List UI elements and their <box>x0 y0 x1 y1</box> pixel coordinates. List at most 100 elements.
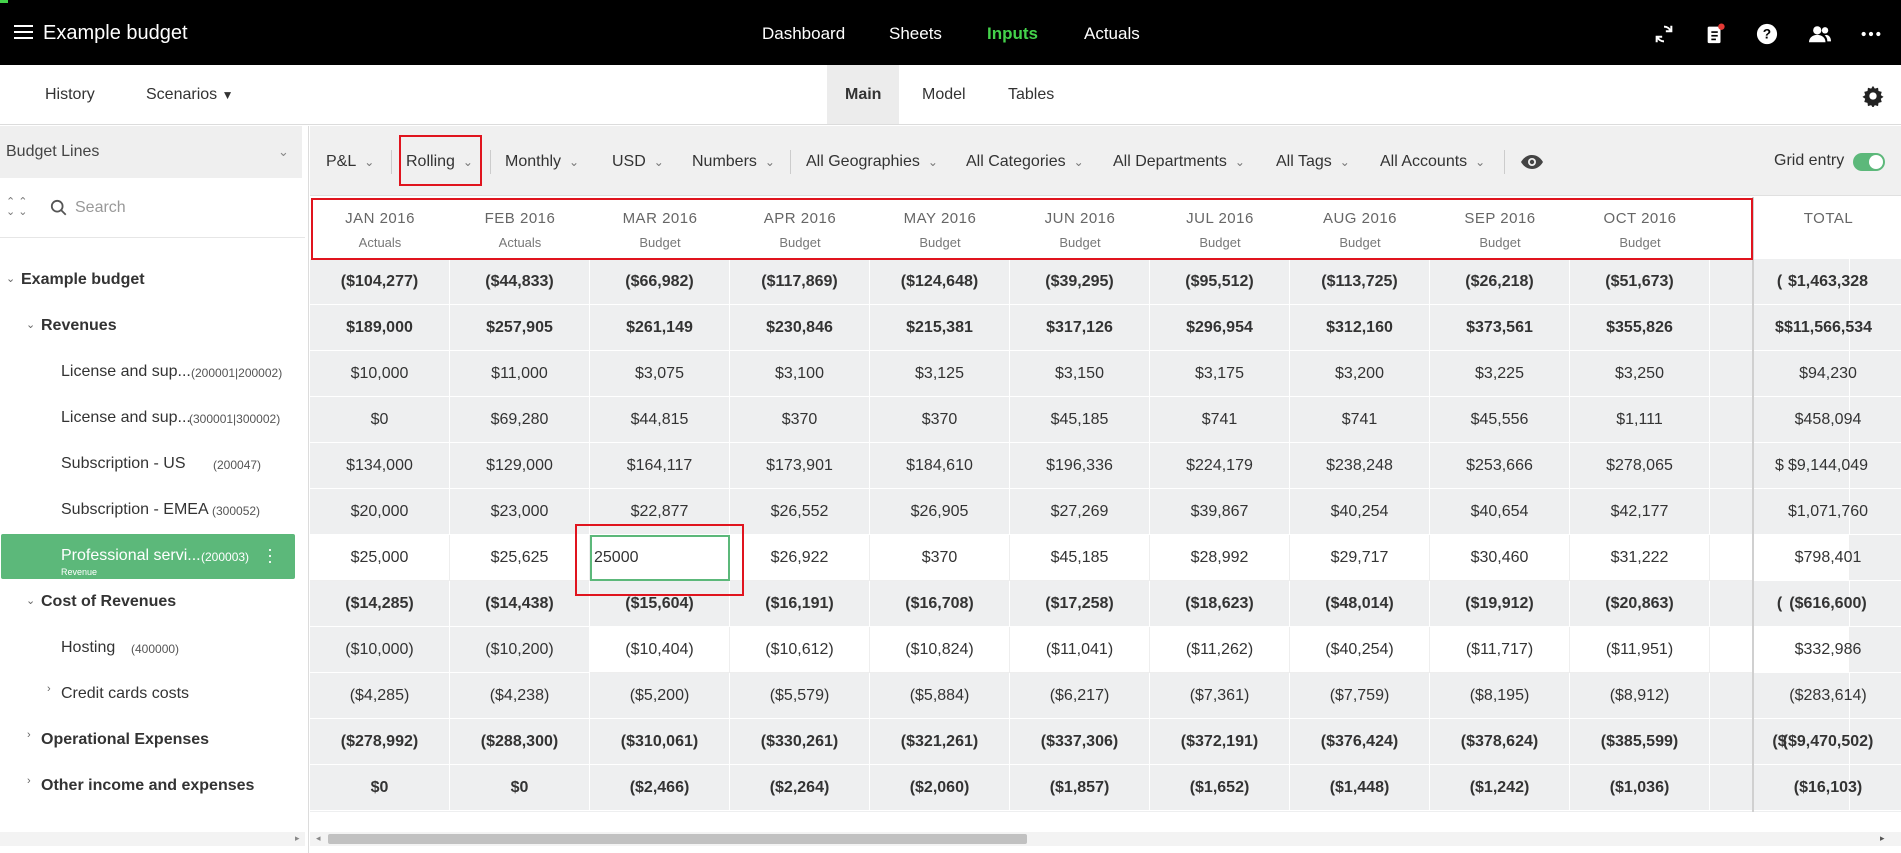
statement-dropdown[interactable]: P&L ⌄ <box>326 153 374 171</box>
grid-cell[interactable]: $257,905 <box>450 305 590 351</box>
grid-cell[interactable]: ($2,466) <box>590 765 730 811</box>
grid-cell[interactable]: $69,280 <box>450 397 590 443</box>
scroll-left-arrow-icon[interactable]: ◂ <box>316 833 321 844</box>
grid-cell[interactable]: ($321,261) <box>870 719 1010 765</box>
users-icon[interactable] <box>1807 23 1833 45</box>
grid-cell[interactable]: ($40,254) <box>1290 627 1430 673</box>
grid-cell[interactable]: $25,625 <box>450 535 590 581</box>
tree-item-subscription-us[interactable]: Subscription - US (200047) <box>0 442 302 486</box>
grid-cell[interactable]: $45,185 <box>1010 397 1150 443</box>
tree-item-revenues[interactable]: ⌄ Revenues <box>0 304 302 348</box>
grid-cell[interactable]: $238,248 <box>1290 443 1430 489</box>
grid-cell[interactable]: ($6,217) <box>1010 673 1150 719</box>
grid-cell[interactable]: $26,922 <box>730 535 870 581</box>
grid-cell[interactable]: ($378,624) <box>1430 719 1570 765</box>
grid-cell[interactable]: ($26,218) <box>1430 259 1570 305</box>
grid-cell[interactable]: ($14,438) <box>450 581 590 627</box>
grid-cell[interactable]: $317,126 <box>1010 305 1150 351</box>
eye-icon[interactable] <box>1520 150 1544 174</box>
grid-cell[interactable]: $741 <box>1150 397 1290 443</box>
grid-cell[interactable]: ($16,708) <box>870 581 1010 627</box>
grid-cell[interactable]: $3,150 <box>1010 351 1150 397</box>
grid-cell[interactable]: ($48,014) <box>1290 581 1430 627</box>
grid-cell[interactable]: $224,179 <box>1150 443 1290 489</box>
grid-cell[interactable]: ($5,579) <box>730 673 870 719</box>
grid-cell[interactable]: ($14,285) <box>310 581 450 627</box>
scrollbar-thumb[interactable] <box>328 834 1027 844</box>
grid-cell[interactable]: ($278,992) <box>310 719 450 765</box>
grid-cell[interactable]: $3,200 <box>1290 351 1430 397</box>
grid-cell[interactable]: $20,000 <box>310 489 450 535</box>
grid-cell[interactable]: $278,065 <box>1570 443 1710 489</box>
caret-right-icon[interactable]: › <box>47 683 51 695</box>
grid-cell[interactable]: $3,225 <box>1430 351 1570 397</box>
grid-cell[interactable]: ($288,300) <box>450 719 590 765</box>
grid-cell[interactable]: $30,460 <box>1430 535 1570 581</box>
grid-cell[interactable]: ($4,238) <box>450 673 590 719</box>
tree-item-license-support-1[interactable]: License and sup... (200001|200002) <box>0 350 302 394</box>
grid-cell[interactable]: ($7,759) <box>1290 673 1430 719</box>
grid-cell[interactable]: $261,149 <box>590 305 730 351</box>
grid-cell[interactable]: $230,846 <box>730 305 870 351</box>
geographies-dropdown[interactable]: All Geographies ⌄ <box>806 153 938 171</box>
grid-cell[interactable]: ($2,264) <box>730 765 870 811</box>
departments-dropdown[interactable]: All Departments ⌄ <box>1113 153 1245 171</box>
tree-item-credit-cards-costs[interactable]: › Credit cards costs <box>0 672 302 716</box>
grid-cell[interactable]: $296,954 <box>1150 305 1290 351</box>
refresh-icon[interactable] <box>1653 23 1675 45</box>
categories-dropdown[interactable]: All Categories ⌄ <box>966 153 1084 171</box>
grid-cell[interactable]: $1,111 <box>1570 397 1710 443</box>
grid-cell[interactable]: $184,610 <box>870 443 1010 489</box>
more-icon[interactable] <box>1860 23 1882 45</box>
grid-cell[interactable]: $10,000 <box>310 351 450 397</box>
grid-cell[interactable]: ($7,361) <box>1150 673 1290 719</box>
nav-sheets[interactable]: Sheets <box>889 24 942 44</box>
grid-cell[interactable]: ($8,912) <box>1570 673 1710 719</box>
accounts-dropdown[interactable]: All Accounts ⌄ <box>1380 153 1485 171</box>
grid-cell[interactable]: ($95,512) <box>1150 259 1290 305</box>
caret-down-icon[interactable]: ⌄ <box>26 318 35 331</box>
grid-cell[interactable]: ($20,863) <box>1570 581 1710 627</box>
numbers-dropdown[interactable]: Numbers ⌄ <box>692 153 775 171</box>
grid-cell[interactable]: $25,000 <box>310 535 450 581</box>
grid-cell[interactable]: $3,075 <box>590 351 730 397</box>
grid-cell[interactable]: $173,901 <box>730 443 870 489</box>
scroll-right-arrow-icon[interactable]: ▸ <box>295 833 300 844</box>
grid-cell[interactable]: ($11,717) <box>1430 627 1570 673</box>
tags-dropdown[interactable]: All Tags ⌄ <box>1276 153 1350 171</box>
tab-main[interactable]: Main <box>845 86 881 104</box>
grid-cell[interactable]: $370 <box>870 397 1010 443</box>
grid-cell[interactable]: $40,654 <box>1430 489 1570 535</box>
grid-cell[interactable]: ($39,295) <box>1010 259 1150 305</box>
grid-cell[interactable]: ($372,191) <box>1150 719 1290 765</box>
hamburger-menu-icon[interactable] <box>14 25 33 41</box>
nav-actuals[interactable]: Actuals <box>1084 24 1140 44</box>
grid-cell[interactable]: $3,175 <box>1150 351 1290 397</box>
search-input[interactable] <box>75 195 275 221</box>
grid-cell[interactable]: $23,000 <box>450 489 590 535</box>
grid-cell[interactable]: $373,561 <box>1430 305 1570 351</box>
kebab-menu-icon[interactable]: · · · <box>267 540 273 570</box>
grid-cell[interactable]: ($104,277) <box>310 259 450 305</box>
grid-cell[interactable]: ($117,869) <box>730 259 870 305</box>
grid-cell[interactable]: $0 <box>450 765 590 811</box>
budget-lines-selector[interactable]: Budget Lines ⌄ <box>0 126 302 178</box>
grid-cell[interactable]: $312,160 <box>1290 305 1430 351</box>
grid-cell[interactable]: $39,867 <box>1150 489 1290 535</box>
grid-cell[interactable]: $741 <box>1290 397 1430 443</box>
grid-cell[interactable]: ($330,261) <box>730 719 870 765</box>
grid-cell[interactable]: $0 <box>310 765 450 811</box>
grid-cell[interactable]: $28,992 <box>1150 535 1290 581</box>
grid-cell[interactable]: ($8,195) <box>1430 673 1570 719</box>
grid-cell[interactable]: $26,552 <box>730 489 870 535</box>
help-icon[interactable]: ? <box>1756 23 1778 45</box>
grid-cell[interactable]: ($11,041) <box>1010 627 1150 673</box>
grid-cell[interactable]: $134,000 <box>310 443 450 489</box>
grid-cell[interactable]: ($11,951) <box>1570 627 1710 673</box>
grid-cell[interactable]: $3,250 <box>1570 351 1710 397</box>
tree-item-cost-of-revenues[interactable]: ⌄ Cost of Revenues <box>0 580 302 624</box>
tree-item-license-support-2[interactable]: License and sup... (300001|300002) <box>0 396 302 440</box>
grid-cell[interactable]: ($385,599) <box>1570 719 1710 765</box>
grid-cell[interactable]: ($310,061) <box>590 719 730 765</box>
grid-cell[interactable]: $11,000 <box>450 351 590 397</box>
